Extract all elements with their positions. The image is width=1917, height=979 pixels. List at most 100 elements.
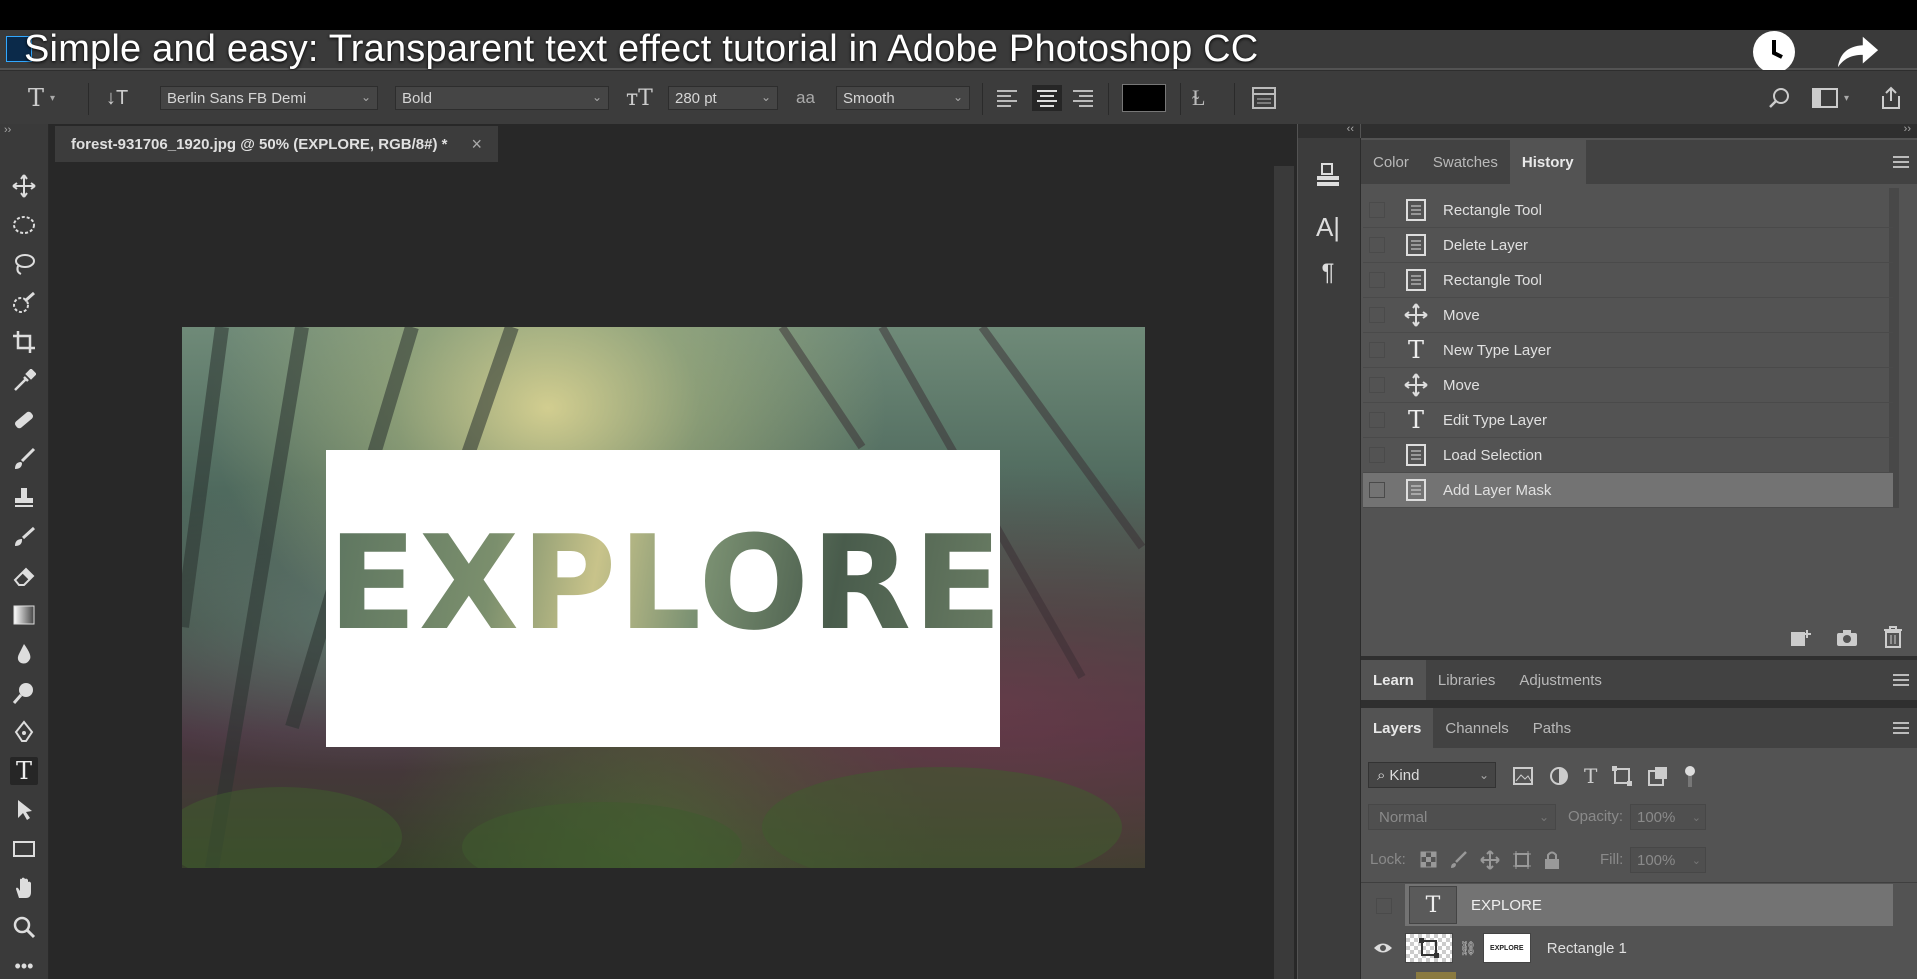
link-icon[interactable]: ⛓ [1459,940,1477,957]
paragraph-panel-button[interactable]: ¶ [1310,256,1346,290]
collapse-icon[interactable]: ›› [4,124,11,136]
opacity-field[interactable]: 100% ⌄ [1630,804,1706,830]
eraser-tool[interactable] [10,562,38,590]
pen-tool[interactable] [10,718,38,746]
delete-state-button[interactable] [1883,626,1903,653]
workspace-button[interactable]: ▾ [1812,85,1849,111]
properties-panel-button[interactable] [1310,160,1346,190]
eye-icon[interactable] [1361,941,1405,955]
blur-tool[interactable] [10,640,38,668]
tab-history[interactable]: History [1509,140,1586,184]
path-selection-tool[interactable] [10,796,38,824]
history-source-checkbox[interactable] [1369,412,1385,428]
healing-brush-tool[interactable] [10,406,38,434]
tab-layers[interactable]: Layers [1361,708,1434,748]
new-document-from-state-button[interactable] [1789,628,1813,653]
close-icon[interactable]: × [471,134,482,155]
zoom-tool[interactable] [10,913,38,941]
rectangle-tool[interactable] [10,835,38,863]
tab-learn[interactable]: Learn [1361,660,1426,700]
hand-tool[interactable] [10,874,38,902]
layer-mask-thumbnail[interactable]: EXPLORE [1482,933,1531,963]
lock-artboard-icon[interactable] [1512,850,1532,870]
warp-text-button[interactable]: Ɫ [1192,85,1205,111]
type-layer-filter-icon[interactable]: T [1584,764,1597,788]
vertical-scrollbar[interactable] [1274,166,1294,979]
clone-stamp-tool[interactable] [10,484,38,512]
share-document-button[interactable] [1880,85,1902,111]
filter-toggle-icon[interactable] [1683,765,1697,787]
history-source-checkbox[interactable] [1369,237,1385,253]
history-source-checkbox[interactable] [1369,447,1385,463]
move-tool[interactable] [10,172,38,200]
history-item[interactable]: Rectangle Tool [1363,263,1893,298]
history-item[interactable]: T Edit Type Layer [1363,403,1893,438]
tab-adjustments[interactable]: Adjustments [1507,660,1614,700]
history-brush-tool[interactable] [10,523,38,551]
collapse-icon[interactable]: ‹‹ [1347,123,1354,135]
character-panel-button[interactable]: A| [1310,210,1346,244]
font-family-select[interactable]: Berlin Sans FB Demi ⌄ [160,86,378,110]
history-source-checkbox[interactable] [1369,272,1385,288]
lock-image-pixels-icon[interactable] [1450,851,1468,869]
tab-libraries[interactable]: Libraries [1426,660,1508,700]
align-center-button[interactable] [1032,85,1062,111]
document-tab[interactable]: forest-931706_1920.jpg @ 50% (EXPLORE, R… [55,126,498,162]
marquee-tool[interactable] [10,211,38,239]
layer-visibility-toggle-off[interactable] [1376,898,1392,914]
tab-channels[interactable]: Channels [1433,708,1520,748]
blend-mode-select[interactable]: Normal ⌄ [1368,804,1556,830]
smart-object-filter-icon[interactable] [1647,765,1669,787]
eyedropper-tool[interactable] [10,367,38,395]
type-tool[interactable]: T [10,757,38,785]
brush-tool[interactable] [10,445,38,473]
character-panel-button[interactable] [1252,85,1276,111]
lock-all-icon[interactable] [1544,850,1560,870]
align-right-button[interactable] [1072,85,1094,111]
history-item-selected[interactable]: Add Layer Mask [1363,473,1893,508]
history-source-checkbox[interactable] [1369,342,1385,358]
fill-field[interactable]: 100% ⌄ [1630,847,1706,873]
tab-swatches[interactable]: Swatches [1421,140,1510,184]
tab-color[interactable]: Color [1361,140,1421,184]
text-color-swatch[interactable] [1122,84,1166,112]
history-source-checkbox[interactable] [1369,307,1385,323]
panel-menu-icon[interactable] [1893,674,1909,686]
panel-menu-icon[interactable] [1893,722,1909,734]
lock-transparent-pixels-icon[interactable] [1420,851,1438,869]
font-style-select[interactable]: Bold ⌄ [395,86,609,110]
history-item[interactable]: Rectangle Tool [1363,193,1893,228]
panel-menu-icon[interactable] [1893,156,1909,168]
gradient-tool[interactable] [10,601,38,629]
lasso-tool[interactable] [10,250,38,278]
history-item[interactable]: Move [1363,368,1893,403]
more-tools-button[interactable]: ••• [10,952,38,979]
share-button[interactable] [1836,30,1880,74]
quick-selection-tool[interactable] [10,289,38,317]
tab-paths[interactable]: Paths [1521,708,1583,748]
anti-alias-select[interactable]: Smooth ⌄ [836,86,970,110]
history-source-checkbox[interactable] [1369,202,1385,218]
history-item[interactable]: Load Selection [1363,438,1893,473]
adjustment-layer-filter-icon[interactable] [1548,765,1570,787]
crop-tool[interactable] [10,328,38,356]
history-item[interactable]: T New Type Layer [1363,333,1893,368]
font-size-select[interactable]: 280 pt ⌄ [668,86,778,110]
layer-row-rectangle-1[interactable]: ⛓ EXPLORE Rectangle 1 [1361,927,1893,969]
pixel-layer-filter-icon[interactable] [1512,766,1534,786]
type-tool-preset[interactable]: T ▾ [28,84,55,112]
new-snapshot-button[interactable] [1835,628,1859,653]
history-item[interactable]: Move [1363,298,1893,333]
orientation-toggle[interactable]: ↓T [106,85,128,111]
history-source-checkbox[interactable] [1369,482,1385,498]
layer-filter-select[interactable]: ⌕ Kind ⌄ [1368,762,1496,788]
watch-later-button[interactable] [1752,30,1796,74]
explore-text-layer[interactable]: EXPLORE [328,518,1002,648]
shape-layer-filter-icon[interactable] [1611,765,1633,787]
layer-row-explore[interactable]: T EXPLORE [1405,884,1893,926]
lock-position-icon[interactable] [1480,850,1500,870]
expand-icon[interactable]: ›› [1904,123,1911,135]
search-button[interactable] [1768,85,1792,111]
history-item[interactable]: Delete Layer [1363,228,1893,263]
align-left-button[interactable] [996,85,1018,111]
